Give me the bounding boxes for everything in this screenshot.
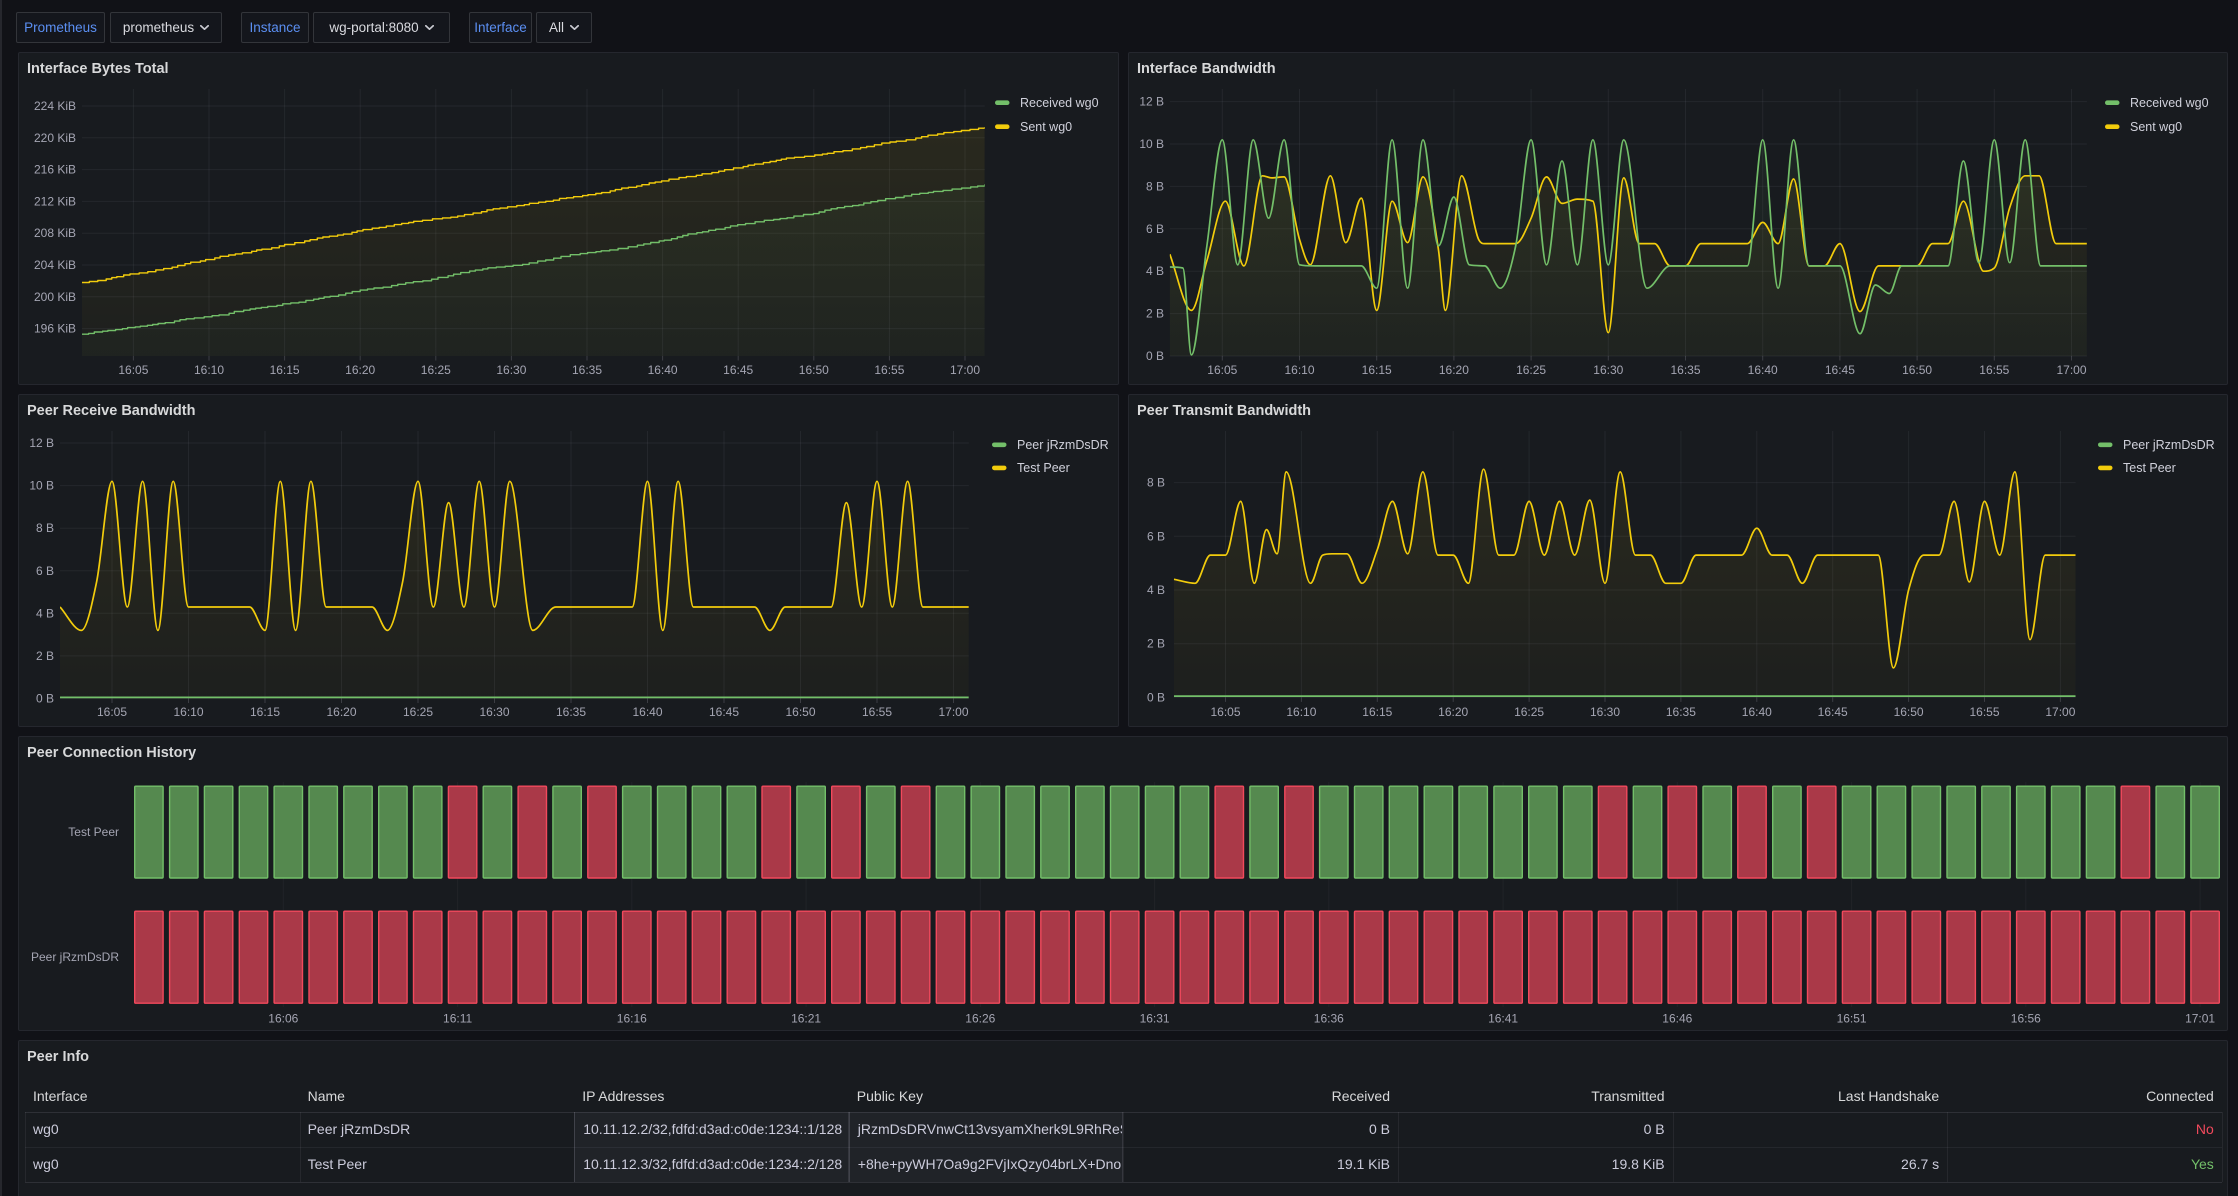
- svg-text:6 B: 6 B: [1147, 529, 1165, 543]
- svg-text:6 B: 6 B: [36, 564, 54, 578]
- svg-text:16:40: 16:40: [632, 705, 662, 719]
- svg-text:10 B: 10 B: [29, 479, 54, 493]
- svg-text:224 KiB: 224 KiB: [34, 99, 76, 113]
- svg-text:16:40: 16:40: [1748, 363, 1778, 377]
- svg-text:16:21: 16:21: [791, 1011, 821, 1025]
- svg-text:17:00: 17:00: [938, 705, 968, 719]
- svg-text:16:06: 16:06: [268, 1011, 298, 1025]
- svg-text:16:15: 16:15: [270, 363, 300, 377]
- svg-text:16:10: 16:10: [173, 705, 203, 719]
- svg-text:16:51: 16:51: [1837, 1011, 1867, 1025]
- svg-text:8 B: 8 B: [36, 521, 54, 535]
- svg-text:4 B: 4 B: [1146, 264, 1164, 278]
- svg-text:Received wg0: Received wg0: [1020, 96, 1099, 110]
- svg-text:16:40: 16:40: [1742, 705, 1772, 719]
- svg-text:Peer jRzmDsDR: Peer jRzmDsDR: [1017, 438, 1109, 452]
- svg-text:Received wg0: Received wg0: [2130, 96, 2209, 110]
- svg-text:16:26: 16:26: [965, 1011, 995, 1025]
- svg-text:8 B: 8 B: [1147, 476, 1165, 490]
- svg-text:Peer jRzmDsDR: Peer jRzmDsDR: [31, 950, 119, 964]
- svg-text:17:00: 17:00: [2056, 363, 2086, 377]
- svg-text:16:50: 16:50: [1902, 363, 1932, 377]
- svg-text:12 B: 12 B: [1139, 95, 1164, 109]
- svg-text:16:55: 16:55: [862, 705, 892, 719]
- svg-text:16:45: 16:45: [1825, 363, 1855, 377]
- svg-text:16:35: 16:35: [1666, 705, 1696, 719]
- svg-text:196 KiB: 196 KiB: [34, 322, 76, 336]
- svg-text:0 B: 0 B: [1147, 690, 1165, 704]
- svg-text:16:35: 16:35: [556, 705, 586, 719]
- svg-text:Sent wg0: Sent wg0: [2130, 120, 2182, 134]
- svg-text:16:36: 16:36: [1314, 1011, 1344, 1025]
- svg-text:16:35: 16:35: [572, 363, 602, 377]
- svg-text:0 B: 0 B: [36, 692, 54, 706]
- svg-text:16:30: 16:30: [479, 705, 509, 719]
- svg-text:16:15: 16:15: [1362, 705, 1392, 719]
- svg-text:16:40: 16:40: [648, 363, 678, 377]
- svg-text:16:30: 16:30: [1590, 705, 1620, 719]
- svg-text:16:35: 16:35: [1670, 363, 1700, 377]
- svg-text:16:25: 16:25: [421, 363, 451, 377]
- svg-text:17:00: 17:00: [2045, 705, 2075, 719]
- svg-text:8 B: 8 B: [1146, 179, 1164, 193]
- svg-text:Peer jRzmDsDR: Peer jRzmDsDR: [2123, 438, 2215, 452]
- svg-text:16:25: 16:25: [1516, 363, 1546, 377]
- svg-text:4 B: 4 B: [36, 606, 54, 620]
- svg-text:Test Peer: Test Peer: [1017, 461, 1070, 475]
- svg-text:16:45: 16:45: [1818, 705, 1848, 719]
- svg-text:16:45: 16:45: [709, 705, 739, 719]
- svg-text:200 KiB: 200 KiB: [34, 290, 76, 304]
- svg-text:6 B: 6 B: [1146, 222, 1164, 236]
- svg-text:16:05: 16:05: [97, 705, 127, 719]
- svg-text:16:25: 16:25: [1514, 705, 1544, 719]
- svg-text:16:05: 16:05: [118, 363, 148, 377]
- svg-text:17:00: 17:00: [950, 363, 980, 377]
- svg-text:16:10: 16:10: [1286, 705, 1316, 719]
- svg-text:Test Peer: Test Peer: [68, 825, 119, 839]
- svg-text:16:11: 16:11: [443, 1011, 472, 1025]
- svg-text:16:15: 16:15: [250, 705, 280, 719]
- svg-text:16:55: 16:55: [874, 363, 904, 377]
- svg-text:16:55: 16:55: [1979, 363, 2009, 377]
- svg-text:16:10: 16:10: [194, 363, 224, 377]
- svg-text:16:50: 16:50: [785, 705, 815, 719]
- svg-text:12 B: 12 B: [29, 436, 54, 450]
- svg-text:16:50: 16:50: [1894, 705, 1924, 719]
- svg-text:0 B: 0 B: [1146, 349, 1164, 363]
- svg-text:2 B: 2 B: [1146, 307, 1164, 321]
- svg-text:16:20: 16:20: [1439, 363, 1469, 377]
- svg-text:10 B: 10 B: [1139, 137, 1164, 151]
- svg-text:16:30: 16:30: [496, 363, 526, 377]
- svg-text:16:31: 16:31: [1140, 1011, 1170, 1025]
- svg-text:16:16: 16:16: [617, 1011, 647, 1025]
- svg-text:208 KiB: 208 KiB: [34, 226, 76, 240]
- svg-text:216 KiB: 216 KiB: [34, 163, 76, 177]
- svg-text:2 B: 2 B: [1147, 637, 1165, 651]
- svg-text:16:10: 16:10: [1284, 363, 1314, 377]
- svg-text:16:20: 16:20: [1438, 705, 1468, 719]
- svg-text:16:20: 16:20: [326, 705, 356, 719]
- svg-text:16:56: 16:56: [2011, 1011, 2041, 1025]
- svg-text:16:30: 16:30: [1593, 363, 1623, 377]
- svg-text:16:55: 16:55: [1969, 705, 1999, 719]
- svg-text:17:01: 17:01: [2185, 1011, 2215, 1025]
- svg-text:Sent wg0: Sent wg0: [1020, 120, 1072, 134]
- svg-text:16:05: 16:05: [1210, 705, 1240, 719]
- svg-text:16:25: 16:25: [403, 705, 433, 719]
- svg-text:4 B: 4 B: [1147, 583, 1165, 597]
- svg-text:16:05: 16:05: [1207, 363, 1237, 377]
- svg-text:Test Peer: Test Peer: [2123, 461, 2176, 475]
- svg-text:16:50: 16:50: [799, 363, 829, 377]
- svg-text:16:20: 16:20: [345, 363, 375, 377]
- svg-text:204 KiB: 204 KiB: [34, 258, 76, 272]
- svg-text:220 KiB: 220 KiB: [34, 131, 76, 145]
- svg-text:16:15: 16:15: [1362, 363, 1392, 377]
- svg-text:2 B: 2 B: [36, 649, 54, 663]
- svg-text:16:41: 16:41: [1488, 1011, 1518, 1025]
- svg-text:212 KiB: 212 KiB: [34, 194, 76, 208]
- svg-text:16:46: 16:46: [1662, 1011, 1692, 1025]
- svg-text:16:45: 16:45: [723, 363, 753, 377]
